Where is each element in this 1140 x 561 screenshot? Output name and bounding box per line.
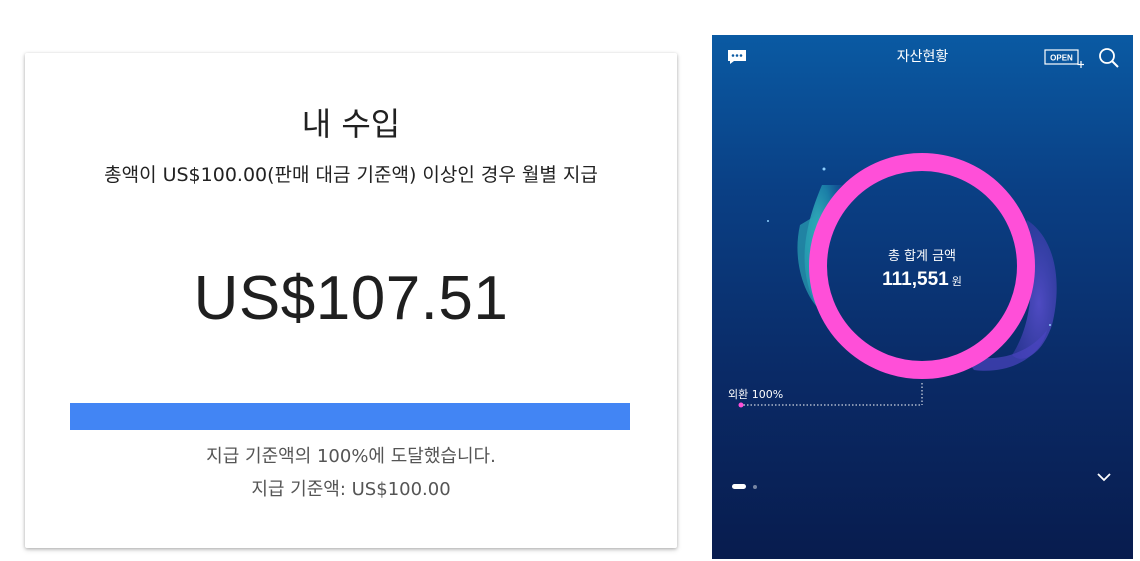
- asset-donut-chart: [738, 153, 1057, 408]
- sparkle: [767, 220, 769, 222]
- legend-label-fx[interactable]: 외환 100%: [728, 386, 783, 402]
- total-amount-label: 총 합계 금액: [887, 249, 957, 264]
- top-bar: 자산현황 OPEN: [712, 35, 1133, 79]
- threshold-text: 지급 기준액: US$100.00: [251, 479, 451, 500]
- donut-segment-fx: [809, 153, 1035, 379]
- legend-dot: [738, 402, 744, 408]
- progress-status: 지급 기준액의 100%에 도달했습니다.: [206, 446, 496, 467]
- progress-text: 지급 기준액의 100%에 도달했습니다. 지급 기준액: US$100.00: [25, 440, 677, 506]
- total-amount-unit: 원: [951, 275, 962, 288]
- sparkle: [1049, 324, 1051, 326]
- sparkle: [822, 167, 826, 171]
- asset-overview-panel: 자산현황 OPEN 총 합계 금액 111,551 원 외환 100%: [712, 35, 1133, 559]
- open-icon[interactable]: OPEN: [1044, 47, 1084, 69]
- income-amount: US$107.51: [193, 264, 509, 333]
- total-amount-value: 111,551: [882, 269, 949, 290]
- total-amount: 111,551 원: [822, 269, 1022, 291]
- payout-progress-bar: [70, 403, 630, 430]
- card-title: 내 수입: [301, 105, 401, 143]
- card-subtitle: 총액이 US$100.00(판매 대금 기준액) 이상인 경우 월별 지급: [104, 164, 598, 186]
- page-indicator-active[interactable]: [732, 484, 746, 489]
- payout-progress-fill: [70, 403, 630, 430]
- income-card: 내 수입 총액이 US$100.00(판매 대금 기준액) 이상인 경우 월별 …: [25, 53, 677, 548]
- page-indicator[interactable]: [753, 485, 757, 489]
- open-badge-text: OPEN: [1050, 54, 1073, 63]
- chevron-down-icon[interactable]: [1096, 471, 1112, 483]
- search-icon[interactable]: [1098, 47, 1120, 69]
